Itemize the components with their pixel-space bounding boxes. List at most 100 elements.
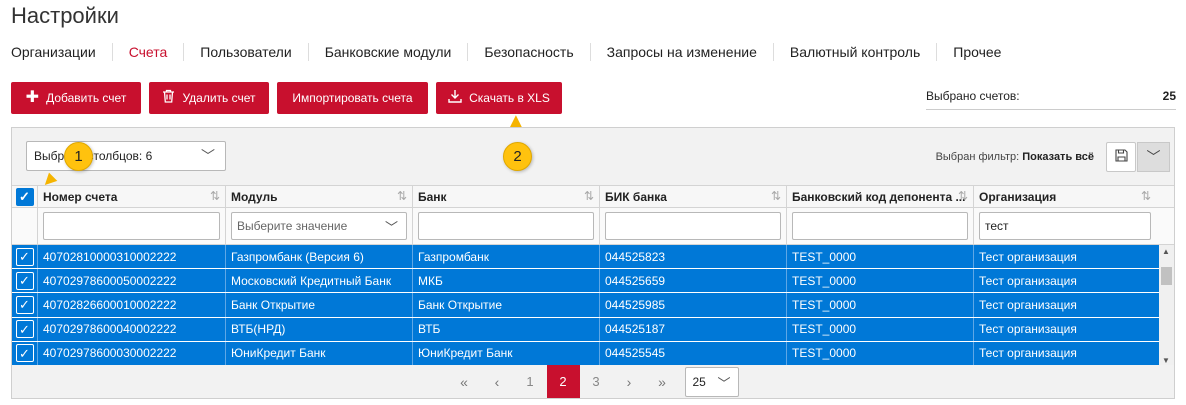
bik-filter-input[interactable] — [605, 212, 781, 240]
import-accounts-button[interactable]: Импортировать счета — [277, 82, 428, 114]
sort-icon[interactable]: ⇅ — [771, 189, 781, 203]
sort-icon[interactable]: ⇅ — [1141, 189, 1151, 203]
header-organization[interactable]: Организация ⇅ — [973, 186, 1156, 207]
table-row[interactable]: ✓ 40702978600030002222 ЮниКредит Банк Юн… — [12, 341, 1174, 366]
row-checkbox[interactable]: ✓ — [15, 295, 34, 314]
active-filter-label: Выбран фильтр: Показать всё — [936, 151, 1094, 163]
cell-org: Тест организация — [973, 293, 1156, 317]
header-label: Модуль — [231, 189, 278, 204]
bank-filter-input[interactable] — [418, 212, 594, 240]
page-size-select[interactable]: 25 ﹀ — [684, 366, 739, 397]
table-row[interactable]: ✓ 40702978600050002222 Московский Кредит… — [12, 269, 1174, 294]
tab-change-requests[interactable]: Запросы на изменение — [589, 43, 773, 61]
trash-icon — [162, 89, 175, 107]
sort-icon[interactable]: ⇅ — [958, 189, 968, 203]
filter-cell-empty — [12, 208, 37, 244]
cell-bank: Газпромбанк — [412, 245, 599, 269]
sort-icon[interactable]: ⇅ — [584, 189, 594, 203]
depositary-filter-input[interactable] — [792, 212, 968, 240]
cell-account: 40702810000310002222 — [37, 245, 225, 269]
tab-other[interactable]: Прочее — [936, 43, 1017, 61]
delete-account-label: Удалить счет — [182, 91, 256, 105]
add-account-button[interactable]: ✚ Добавить счет — [11, 82, 141, 114]
select-all-cell: ✓ — [12, 186, 37, 207]
columns-select[interactable]: Выбрано столбцов: 6 ﹀ — [26, 141, 226, 171]
sort-icon[interactable]: ⇅ — [397, 189, 407, 203]
filter-dropdown-button[interactable]: ﹀ — [1137, 142, 1170, 172]
add-account-label: Добавить счет — [46, 91, 127, 105]
scroll-thumb[interactable] — [1161, 267, 1172, 285]
select-all-checkbox[interactable]: ✓ — [15, 187, 34, 206]
cell-bik: 044525659 — [599, 269, 786, 293]
active-filter-value: Показать всё — [1022, 151, 1094, 163]
download-xls-button[interactable]: Скачать в XLS — [436, 82, 562, 114]
organization-filter-input[interactable]: тест — [979, 212, 1151, 240]
table-row[interactable]: ✓ 40702978600040002222 ВТБ(НРД) ВТБ 0445… — [12, 317, 1174, 342]
filter-cell — [599, 208, 786, 244]
scroll-up-icon[interactable]: ▲ — [1162, 247, 1170, 256]
sort-icon[interactable]: ⇅ — [210, 189, 220, 203]
page-size-value: 25 — [692, 374, 706, 389]
header-module[interactable]: Модуль ⇅ — [225, 186, 412, 207]
cell-bank: МКБ — [412, 269, 599, 293]
header-bank[interactable]: Банк ⇅ — [412, 186, 599, 207]
tab-security[interactable]: Безопасность — [467, 43, 589, 61]
plus-icon: ✚ — [25, 89, 40, 106]
cell-account: 40702978600040002222 — [37, 317, 225, 341]
header-bik[interactable]: БИК банка ⇅ — [599, 186, 786, 207]
cell-bank: ВТБ — [412, 317, 599, 341]
cell-org: Тест организация — [973, 269, 1156, 293]
cell-org: Тест организация — [973, 317, 1156, 341]
row-checkbox[interactable]: ✓ — [15, 247, 34, 266]
prev-page-button[interactable]: ‹ — [481, 365, 514, 398]
header-label: БИК банка — [605, 189, 667, 204]
next-page-button[interactable]: › — [613, 365, 646, 398]
page-button-1[interactable]: 1 — [514, 365, 547, 398]
cell-depo: TEST_0000 — [786, 269, 973, 293]
module-filter-select[interactable]: Выберите значение ﹀ — [231, 212, 407, 240]
cell-depo: TEST_0000 — [786, 293, 973, 317]
tab-users[interactable]: Пользователи — [183, 43, 307, 61]
chevron-down-icon: ﹀ — [1146, 149, 1161, 165]
cell-bik: 044525985 — [599, 293, 786, 317]
row-checkbox[interactable]: ✓ — [15, 320, 34, 339]
last-page-button[interactable]: » — [646, 365, 679, 398]
row-checkbox-cell: ✓ — [12, 342, 37, 365]
save-filter-button[interactable] — [1106, 142, 1136, 172]
first-page-button[interactable]: « — [448, 365, 481, 398]
tab-bank-modules[interactable]: Банковские модули — [307, 43, 468, 61]
table-row[interactable]: ✓ 40702826600010002222 Банк Открытие Бан… — [12, 293, 1174, 318]
table-scrollbar[interactable]: ▲ ▼ — [1159, 245, 1174, 367]
cell-bik: 044525187 — [599, 317, 786, 341]
row-checkbox[interactable]: ✓ — [15, 271, 34, 290]
account-filter-input[interactable] — [43, 212, 220, 240]
cell-account: 40702826600010002222 — [37, 293, 225, 317]
cell-depo: TEST_0000 — [786, 317, 973, 341]
header-label: Номер счета — [43, 189, 118, 204]
delete-account-button[interactable]: Удалить счет — [149, 82, 269, 114]
callout-arrow-icon: ▲ — [506, 110, 526, 132]
accounts-table: ✓ Номер счета ⇅ Модуль ⇅ Банк ⇅ БИК банка ⇅ … — [12, 185, 1174, 367]
cell-module: Московский Кредитный Банк — [225, 269, 412, 293]
table-row[interactable]: ✓ 40702810000310002222 Газпромбанк (Верс… — [12, 245, 1174, 270]
filter-row: Выберите значение ﹀ тест — [12, 208, 1174, 245]
tab-accounts[interactable]: Счета — [111, 43, 184, 61]
download-xls-label: Скачать в XLS — [469, 91, 550, 105]
scroll-down-icon[interactable]: ▼ — [1162, 356, 1170, 365]
callout-marker-2: 2 — [503, 142, 532, 171]
row-checkbox-cell: ✓ — [12, 245, 37, 268]
page-button-3[interactable]: 3 — [580, 365, 613, 398]
filter-cell: Выберите значение ﹀ — [225, 208, 412, 244]
cell-depo: TEST_0000 — [786, 245, 973, 269]
header-account-number[interactable]: Номер счета ⇅ — [37, 186, 225, 207]
header-label: Банковский код депонента ... — [792, 189, 966, 204]
header-depositary-code[interactable]: Банковский код депонента ... ⇅ — [786, 186, 973, 207]
tab-organizations[interactable]: Организации — [0, 43, 112, 61]
page-button-2[interactable]: 2 — [546, 365, 580, 398]
filter-cell: тест — [973, 208, 1156, 244]
header-label: Организация — [979, 189, 1057, 204]
tab-currency-control[interactable]: Валютный контроль — [772, 43, 936, 61]
row-checkbox[interactable]: ✓ — [15, 344, 34, 363]
cell-org: Тест организация — [973, 245, 1156, 269]
table-body: ✓ 40702810000310002222 Газпромбанк (Верс… — [12, 245, 1174, 367]
